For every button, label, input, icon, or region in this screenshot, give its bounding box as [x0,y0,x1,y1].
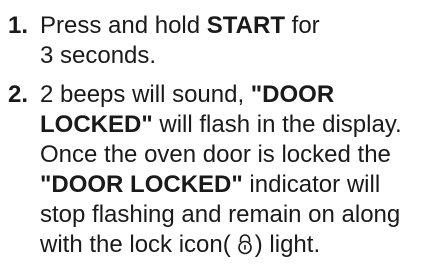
step-text: 2 beeps will sound, [40,81,251,108]
step-number: 2. [8,81,29,108]
step-text-line: stop flashing and remain on along [40,201,400,229]
step-text: stop flashing and remain on along [40,201,401,228]
step-text: Press and hold [40,12,207,39]
door-locked-label: LOCKED" [40,111,153,138]
step-text-line: "DOOR LOCKED" indicator will [40,171,380,199]
start-key-label: START [206,12,285,39]
step-text: will flash in the display. [152,111,402,138]
step-text-line: Press and hold START for [40,12,320,40]
step-text: with the lock icon( [40,231,231,258]
step-text: Once the oven door is locked the [40,141,391,168]
step-text-line: 3 seconds. [40,42,156,70]
padlock-icon [237,233,253,255]
step-text: for [285,12,320,39]
step-text: ) light. [254,231,321,258]
step-text-line: Once the oven door is locked the [40,141,391,169]
door-locked-label: "DOOR LOCKED" [40,171,243,198]
step-number: 1. [8,12,29,39]
step-text-line: LOCKED" will flash in the display. [40,111,402,139]
step-text: 3 seconds. [40,42,157,69]
step-text-line: 2 beeps will sound, "DOOR [40,81,334,109]
door-locked-label: "DOOR [250,81,335,108]
step-text-line: with the lock icon( ) light. [40,231,320,259]
step-text: indicator will [242,171,381,198]
